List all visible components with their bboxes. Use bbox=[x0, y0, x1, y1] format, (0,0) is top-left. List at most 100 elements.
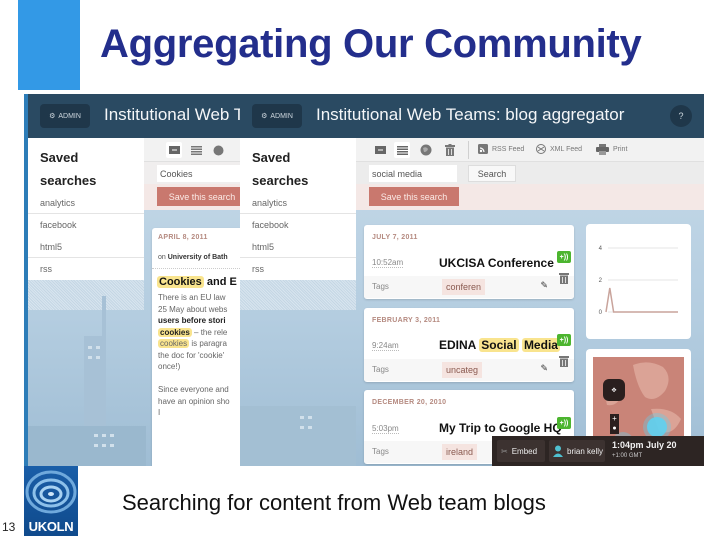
search-button[interactable]: Search bbox=[468, 165, 516, 182]
post-card: JULY 7, 2011 10:52am UKCISA Conference T… bbox=[364, 225, 574, 299]
rss-icon bbox=[478, 144, 488, 154]
tags-row: Tags uncateg ✎ bbox=[364, 359, 574, 381]
app-header: ⚙ ADMIN Institutional Web T bbox=[28, 94, 242, 138]
background-pattern bbox=[28, 280, 144, 310]
gears-icon: ⚙ bbox=[261, 113, 268, 120]
activity-chart-card: 4 2 0 bbox=[586, 224, 691, 339]
tag-chip[interactable]: ireland bbox=[442, 444, 478, 460]
post-excerpt: There is an EU law 25 May about webs use… bbox=[158, 293, 230, 417]
compact-view-icon[interactable] bbox=[372, 142, 388, 158]
globe-icon[interactable] bbox=[210, 142, 226, 158]
clock-time: 1:04pm July 20 bbox=[612, 440, 677, 450]
globe-icon[interactable] bbox=[418, 142, 434, 158]
save-row: Save this search bbox=[144, 184, 242, 210]
screenshot-cookies-search: ⚙ ADMIN Institutional Web T Saved search… bbox=[24, 94, 242, 466]
post-time: 10:52am bbox=[372, 258, 404, 268]
share-icon[interactable]: +)) bbox=[557, 417, 571, 429]
view-toolbar bbox=[144, 138, 242, 162]
tags-label: Tags bbox=[372, 365, 389, 374]
toolbar-divider bbox=[468, 141, 469, 159]
user-button[interactable]: brian kelly bbox=[549, 440, 605, 462]
post-time: 9:24am bbox=[372, 341, 399, 351]
search-input[interactable] bbox=[369, 165, 457, 182]
tags-label: Tags bbox=[372, 447, 389, 456]
sidebar-item-html5[interactable]: html5 bbox=[240, 236, 356, 258]
user-icon bbox=[553, 445, 563, 457]
xml-feed-icon bbox=[536, 144, 546, 154]
logo-text: UKOLN bbox=[28, 519, 74, 534]
sidebar-item-rss[interactable]: rss bbox=[240, 258, 356, 280]
sidebar-item-facebook[interactable]: facebook bbox=[28, 214, 144, 236]
sidebar-item-analytics[interactable]: analytics bbox=[28, 192, 144, 214]
sidebar-item-analytics[interactable]: analytics bbox=[240, 192, 356, 214]
tags-row: Tags conferen ✎ bbox=[364, 276, 574, 298]
ukoln-logo: UKOLN bbox=[24, 466, 78, 536]
post-title[interactable]: My Trip to Google HQ bbox=[439, 421, 562, 435]
save-row: Save this search bbox=[356, 184, 704, 210]
rss-feed-button[interactable]: RSS Feed bbox=[478, 144, 524, 154]
post-source: on University of Bath bbox=[158, 254, 228, 261]
post-date: DECEMBER 20, 2010 bbox=[372, 399, 447, 406]
sidebar-heading: Saved searches bbox=[252, 150, 309, 188]
accent-bar bbox=[18, 0, 80, 90]
screenshot-social-media-search: ⚙ ADMIN Institutional Web Teams: blog ag… bbox=[240, 94, 704, 466]
clock-timezone: +1:00 GMT bbox=[612, 453, 643, 459]
slide-title: Aggregating Our Community bbox=[100, 22, 642, 66]
edit-icon[interactable]: ✎ bbox=[540, 280, 548, 291]
city-building bbox=[240, 406, 356, 466]
save-search-button[interactable]: Save this search bbox=[369, 187, 459, 206]
sidebar-item-html5[interactable]: html5 bbox=[28, 236, 144, 258]
help-button[interactable]: ? bbox=[670, 105, 692, 127]
view-toolbar: RSS Feed XML Feed Print bbox=[356, 138, 704, 162]
xml-feed-button[interactable]: XML Feed bbox=[536, 144, 582, 154]
post-date: APRIL 8, 2011 bbox=[158, 234, 208, 241]
post-title[interactable]: UKCISA Conference bbox=[439, 256, 554, 270]
list-view-icon[interactable] bbox=[394, 142, 410, 158]
save-search-button[interactable]: Save this search bbox=[157, 187, 242, 206]
map-zoom-in-button[interactable]: + bbox=[610, 414, 619, 424]
city-building bbox=[28, 426, 146, 466]
trash-icon[interactable] bbox=[442, 142, 458, 158]
delete-icon[interactable] bbox=[559, 355, 569, 367]
app-title: Institutional Web Teams: blog aggregator bbox=[316, 105, 625, 124]
logo-swirl bbox=[25, 470, 77, 514]
sidebar-heading: Saved searches bbox=[40, 150, 97, 188]
post-title[interactable]: Cookies and E bbox=[157, 276, 237, 288]
admin-button[interactable]: ⚙ ADMIN bbox=[40, 104, 90, 128]
gears-icon: ⚙ bbox=[49, 113, 56, 120]
tag-chip[interactable]: uncateg bbox=[442, 362, 483, 378]
printer-icon bbox=[596, 144, 609, 155]
search-input[interactable] bbox=[157, 165, 242, 182]
embed-button[interactable]: ✂ Embed bbox=[497, 440, 545, 462]
embed-icon: ✂ bbox=[501, 446, 508, 456]
post-card: FEBRUARY 3, 2011 9:24am EDINA Social Med… bbox=[364, 308, 574, 382]
post-date: JULY 7, 2011 bbox=[372, 234, 418, 241]
delete-icon[interactable] bbox=[559, 272, 569, 284]
search-row: Search bbox=[356, 162, 704, 184]
sidebar-item-facebook[interactable]: facebook bbox=[240, 214, 356, 236]
share-icon[interactable]: +)) bbox=[557, 334, 571, 346]
chart-y-tick-label: 4 bbox=[599, 246, 603, 252]
app-header: ⚙ ADMIN Institutional Web Teams: blog ag… bbox=[240, 94, 704, 138]
sidebar-item-rss[interactable]: rss bbox=[28, 258, 144, 280]
slide-caption: Searching for content from Web team blog… bbox=[122, 490, 546, 515]
post-date: FEBRUARY 3, 2011 bbox=[372, 317, 441, 324]
embed-bar: ✂ Embed brian kelly 1:04pm July 20 +1:00… bbox=[492, 436, 704, 466]
edit-icon[interactable]: ✎ bbox=[540, 363, 548, 374]
compact-view-icon[interactable] bbox=[166, 142, 182, 158]
list-view-icon[interactable] bbox=[188, 142, 204, 158]
share-icon[interactable]: +)) bbox=[557, 251, 571, 263]
tags-label: Tags bbox=[372, 282, 389, 291]
map-globe-icon[interactable]: ● bbox=[610, 424, 619, 434]
background-pattern bbox=[240, 280, 356, 310]
search-row bbox=[144, 162, 242, 184]
print-button[interactable]: Print bbox=[596, 144, 627, 155]
chart-y-tick-label: 2 bbox=[599, 278, 603, 284]
post-title[interactable]: EDINA Social Media bbox=[439, 338, 560, 352]
map-pan-control[interactable]: ✥ bbox=[603, 379, 625, 401]
chart-series-line bbox=[605, 287, 678, 313]
divider bbox=[152, 268, 242, 269]
admin-button[interactable]: ⚙ ADMIN bbox=[252, 104, 302, 128]
tag-chip[interactable]: conferen bbox=[442, 279, 486, 295]
post-card: APRIL 8, 2011 on University of Bath Cook… bbox=[152, 228, 242, 466]
